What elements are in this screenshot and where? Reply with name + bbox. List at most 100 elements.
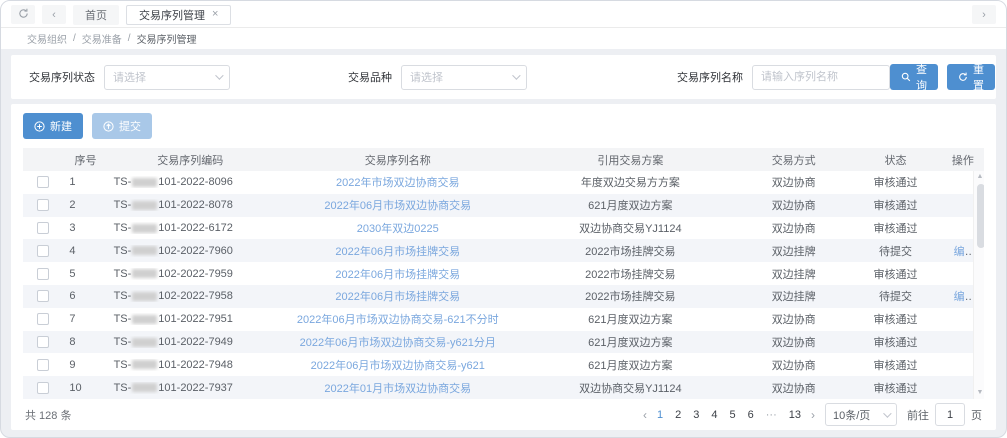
trade-method: 双边协商 <box>738 174 849 190</box>
sequence-code: TS-102-2022-7960 <box>108 245 273 257</box>
header-status: 状态 <box>849 152 941 168</box>
row-index: 9 <box>63 359 107 371</box>
row-select-cell <box>23 268 63 280</box>
page-number[interactable]: 3 <box>693 409 699 421</box>
chevron-right-icon: › <box>982 9 986 21</box>
trade-method: 双边协商 <box>738 220 849 236</box>
referenced-plan: 双边协商交易YJ1124 <box>523 220 738 236</box>
close-tab-icon[interactable]: × <box>212 9 218 20</box>
row-checkbox[interactable] <box>37 382 49 394</box>
sequence-name-link[interactable]: 2022年06月市场挂牌交易 <box>335 269 460 281</box>
code-prefix: TS- <box>114 176 132 188</box>
chevron-down-icon <box>883 409 891 417</box>
row-checkbox[interactable] <box>37 176 49 188</box>
referenced-plan: 2022市场挂牌交易 <box>523 243 738 259</box>
table-panel: 新建 提交 序号 交易序列编码 交易序列名称 引用交易方案 交易方式 状态 操作… <box>11 104 996 430</box>
row-checkbox[interactable] <box>37 313 49 325</box>
sequence-name-link[interactable]: 2022年06月市场双边协商交易 <box>324 200 471 212</box>
breadcrumb-item[interactable]: 交易准备 <box>82 31 122 46</box>
status-text: 审核通过 <box>849 380 941 396</box>
tabs-scroll-right-button[interactable]: › <box>972 5 996 24</box>
total-count: 共 128 条 <box>25 407 71 423</box>
sequence-name-cell: 2022年06月市场挂牌交易 <box>273 288 523 304</box>
status-text: 审核通过 <box>849 266 941 282</box>
chevron-left-icon: ‹ <box>52 9 56 21</box>
row-checkbox[interactable] <box>37 336 49 348</box>
row-checkbox[interactable] <box>37 268 49 280</box>
row-checkbox[interactable] <box>37 290 49 302</box>
refresh-button[interactable] <box>11 5 35 24</box>
scrollbar-track[interactable] <box>974 182 984 388</box>
scrollbar-thumb[interactable] <box>977 184 985 248</box>
status-select[interactable]: 请选择 <box>104 65 230 90</box>
code-prefix: TS- <box>114 245 132 257</box>
row-checkbox[interactable] <box>37 222 49 234</box>
code-redacted-blur <box>132 338 157 347</box>
code-redacted-blur <box>132 292 157 301</box>
sequence-name-link[interactable]: 2022年06月市场双边协商交易-y621分月 <box>300 337 496 349</box>
referenced-plan: 621月度双边方案 <box>523 334 738 350</box>
row-index: 4 <box>63 245 107 257</box>
prev-page-icon[interactable]: ‹ <box>643 408 647 422</box>
new-button[interactable]: 新建 <box>23 113 83 139</box>
row-select-cell <box>23 199 63 211</box>
row-checkbox[interactable] <box>37 199 49 211</box>
vertical-scrollbar[interactable]: ▲ ▼ <box>973 171 984 399</box>
sequence-code: TS-102-2022-7959 <box>108 268 273 280</box>
sequence-name-link[interactable]: 2022年06月市场双边协商交易-y621 <box>311 360 485 372</box>
breadcrumb-item[interactable]: 交易组织 <box>27 31 67 46</box>
status-text: 待提交 <box>849 288 941 304</box>
table-row: 1TS-101-2022-80962022年市场双边协商交易年度双边交易方方案双… <box>23 171 984 194</box>
header-trade-method: 交易方式 <box>738 152 849 168</box>
next-page-icon[interactable]: › <box>811 408 815 422</box>
sequence-name-link[interactable]: 2022年市场双边协商交易 <box>336 177 459 189</box>
sequence-code: TS-102-2022-7958 <box>108 290 273 302</box>
row-select-cell <box>23 222 63 234</box>
page-number[interactable]: 1 <box>657 409 663 421</box>
scroll-down-icon[interactable]: ▼ <box>977 388 984 398</box>
sequence-name-link[interactable]: 2022年06月市场挂牌交易 <box>335 246 460 258</box>
sequence-name-link[interactable]: 2030年双边0225 <box>357 223 439 235</box>
row-checkbox[interactable] <box>37 359 49 371</box>
status-select-placeholder: 请选择 <box>113 69 146 85</box>
referenced-plan: 年度双边交易方方案 <box>523 174 738 190</box>
row-checkbox[interactable] <box>37 245 49 257</box>
goto-label: 前往 <box>907 407 929 423</box>
page-number[interactable]: 13 <box>789 409 801 421</box>
referenced-plan: 2022市场挂牌交易 <box>523 288 738 304</box>
page-number[interactable]: 2 <box>675 409 681 421</box>
submit-button[interactable]: 提交 <box>92 113 152 139</box>
sequence-code: TS-101-2022-7949 <box>108 336 273 348</box>
code-suffix: 101-2022-7951 <box>158 313 233 325</box>
tab-transaction-sequence[interactable]: 交易序列管理 × <box>126 5 231 25</box>
page-size-select[interactable]: 10条/页 <box>825 403 897 426</box>
sequence-name-link[interactable]: 2022年06月市场双边协商交易-621不分时 <box>297 314 499 326</box>
table-header: 序号 交易序列编码 交易序列名称 引用交易方案 交易方式 状态 操作 <box>23 148 984 171</box>
reset-button[interactable]: 重置 <box>947 64 995 90</box>
breadcrumb-item-current: 交易序列管理 <box>137 31 197 46</box>
table-row: 4TS-102-2022-7960 2022年06月市场挂牌交易 2022市场挂牌交… <box>23 239 984 262</box>
sequence-code: TS-101-2022-7937 <box>108 382 273 394</box>
trade-method: 双边协商 <box>738 357 849 373</box>
search-button[interactable]: 查询 <box>890 64 938 90</box>
row-index: 8 <box>63 336 107 348</box>
variety-select[interactable]: 请选择 <box>401 65 527 90</box>
page-number[interactable]: 5 <box>730 409 736 421</box>
tab-label: 首页 <box>85 7 107 23</box>
row-select-cell <box>23 176 63 188</box>
scroll-up-icon[interactable]: ▲ <box>977 172 984 182</box>
header-index: 序号 <box>63 152 107 168</box>
sequence-name-link[interactable]: 2022年06月市场挂牌交易 <box>335 291 460 303</box>
page-number[interactable]: 4 <box>711 409 717 421</box>
goto-page-input[interactable] <box>935 403 965 426</box>
sequence-name-link[interactable]: 2022年01月市场双边协商交易 <box>324 383 471 395</box>
code-suffix: 101-2022-8078 <box>158 199 233 211</box>
tab-home[interactable]: 首页 <box>73 5 119 25</box>
code-prefix: TS- <box>114 336 132 348</box>
page-number[interactable]: 6 <box>748 409 754 421</box>
breadcrumb-separator: / <box>73 33 76 44</box>
sequence-name-input[interactable] <box>752 65 890 90</box>
table-row: 10TS-101-2022-79372022年01月市场双边协商交易双边协商交易… <box>23 376 984 399</box>
table-row: 8TS-101-2022-7949 2022年06月市场双边协商交易-y621分月… <box>23 331 984 354</box>
tabs-scroll-left-button[interactable]: ‹ <box>42 5 66 24</box>
